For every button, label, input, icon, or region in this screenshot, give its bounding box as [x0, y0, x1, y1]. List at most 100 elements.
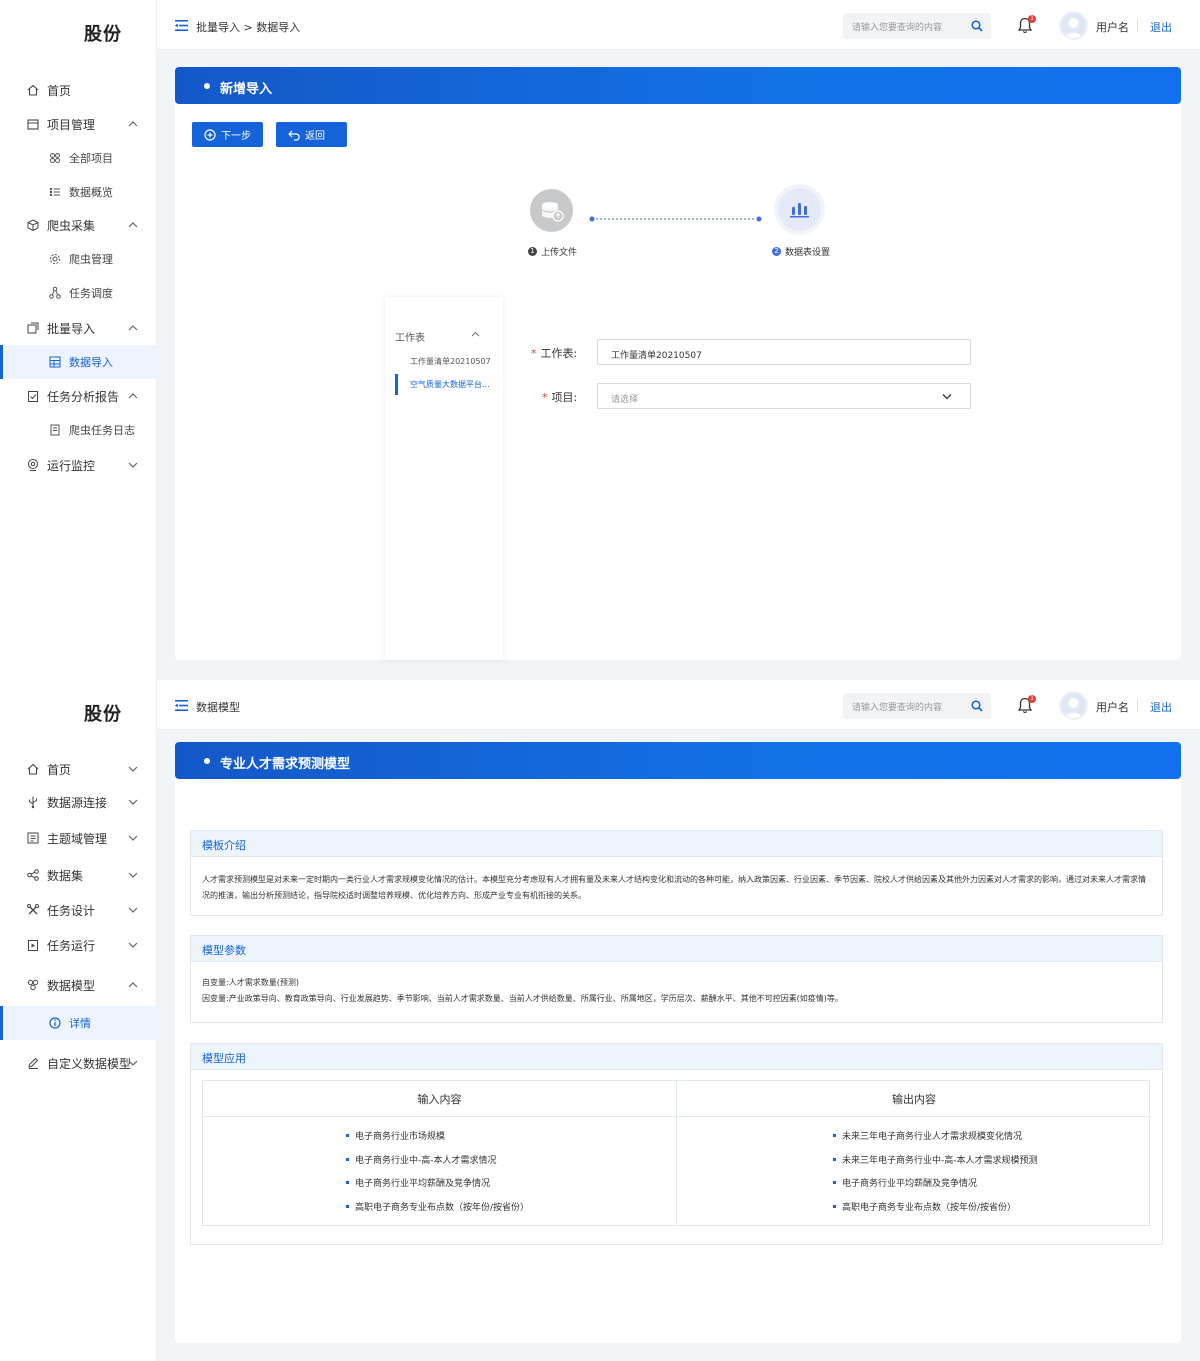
menu-toggle-icon[interactable] — [175, 700, 188, 711]
sidebar-item[interactable]: 全部项目 — [0, 141, 157, 175]
task-run-icon — [26, 938, 40, 952]
sidebar-item-label: 任务调度 — [69, 287, 113, 300]
step-settings-circle — [778, 188, 821, 231]
sidebar-item[interactable]: 数据模型 — [0, 968, 157, 1002]
sheet-item[interactable]: 工作量清单20210507 — [410, 356, 491, 367]
sidebar-item[interactable]: 爬虫任务日志 — [0, 413, 157, 447]
chevron-up-icon[interactable] — [127, 979, 139, 991]
back-button[interactable]: 返回 — [276, 122, 347, 147]
topbar: 批量导入 > 数据导入 请输入您要查询的内容 1 用户名 退出 — [157, 0, 1200, 50]
sidebar-item[interactable]: 批量导入 — [0, 311, 157, 345]
edit-icon — [26, 1056, 40, 1070]
io-table: 输入内容 电子商务行业市场规模 电子商务行业中-高-本人才需求情况 电子商务行业平均… — [202, 1080, 1151, 1226]
sidebar-item[interactable]: 数据概览 — [0, 175, 157, 209]
breadcrumb: 数据模型 — [196, 701, 240, 714]
logo: 股份 — [84, 704, 122, 725]
chevron-down-icon[interactable] — [127, 869, 139, 881]
chevron-down-icon[interactable] — [127, 904, 139, 916]
list-item: 高职电子商务专业布点数（按年份/按省份） — [833, 1195, 1151, 1219]
sidebar: 股份 首页 数据源连接主题域管理数据集 任务设计 任务运行数据模型详情自定义数据模型 — [0, 680, 157, 1361]
sidebar-item[interactable]: 首页 — [0, 752, 157, 786]
sidebar-item[interactable]: 任务分析报告 — [0, 379, 157, 413]
page-banner: 专业人才需求预测模型 — [175, 742, 1181, 779]
label-text: 工作表: — [540, 347, 578, 360]
sidebar-item[interactable]: 任务调度 — [0, 276, 157, 310]
home-icon — [26, 83, 40, 97]
avatar[interactable] — [1059, 691, 1088, 720]
sidebar-item[interactable]: 详情 — [0, 1006, 157, 1040]
sidebar-item[interactable]: 任务设计 — [0, 893, 157, 927]
chevron-down-icon[interactable] — [127, 832, 139, 844]
chevron-down-icon[interactable] — [127, 939, 139, 951]
sidebar-item-label: 详情 — [69, 1017, 91, 1030]
sidebar-item[interactable]: 自定义数据模型 — [0, 1046, 157, 1080]
project-select[interactable]: 请选择 — [597, 383, 971, 409]
sidebar-item[interactable]: 运行监控 — [0, 448, 157, 482]
sidebar-item-label: 爬虫管理 — [69, 253, 113, 266]
list-item: 电子商务行业平均薪酬及竞争情况 — [833, 1171, 1151, 1195]
chevron-down-icon[interactable] — [127, 1057, 139, 1069]
sidebar-item[interactable]: 爬虫管理 — [0, 242, 157, 276]
chevron-up-icon[interactable] — [127, 390, 139, 402]
notification-badge: 1 — [1028, 695, 1036, 703]
list-item: 未来三年电子商务行业人才需求规模变化情况 — [833, 1124, 1151, 1148]
back-label: 返回 — [305, 131, 325, 142]
sidebar-item-label: 任务分析报告 — [47, 389, 120, 404]
plus-circle-icon — [204, 128, 216, 141]
params-line: 因变量:产业政策导向、教育政策导向、行业发展趋势、季节影响、当前人才需求数量、当… — [202, 994, 843, 1003]
topbar: 数据模型 请输入您要查询的内容 1 用户名 退出 — [157, 680, 1200, 730]
sidebar-item[interactable]: 主题域管理 — [0, 821, 157, 855]
chevron-down-icon[interactable] — [127, 459, 139, 471]
chevron-down-icon[interactable] — [127, 796, 139, 808]
notification-bell-icon[interactable]: 1 — [1017, 15, 1036, 34]
search-placeholder: 请输入您要查询的内容 — [852, 23, 943, 33]
step-settings-label: 2 数据表设置 — [772, 245, 830, 258]
username[interactable]: 用户名 — [1096, 699, 1129, 715]
next-step-button[interactable]: 下一步 — [192, 122, 263, 147]
notification-bell-icon[interactable]: 1 — [1017, 695, 1036, 714]
divider — [1137, 20, 1138, 32]
undo-icon — [288, 130, 300, 141]
logout-link[interactable]: 退出 — [1150, 19, 1172, 35]
sidebar-item[interactable]: 首页 — [0, 73, 157, 107]
sidebar-item-label: 主题域管理 — [47, 831, 108, 846]
search-icon[interactable] — [971, 20, 983, 32]
chevron-up-icon[interactable] — [127, 219, 139, 231]
step-connector — [589, 216, 762, 222]
sidebar-item[interactable]: 项目管理 — [0, 107, 157, 141]
search-input[interactable]: 请输入您要查询的内容 — [843, 13, 991, 39]
chevron-up-icon[interactable] — [127, 322, 139, 334]
field-project-label: * 项目: — [542, 391, 578, 404]
chevron-down-icon[interactable] — [127, 763, 139, 775]
page-title: 新增导入 — [220, 82, 273, 97]
sidebar-item[interactable]: 爬虫采集 — [0, 208, 157, 242]
table-icon — [48, 355, 62, 369]
logo: 股份 — [84, 24, 122, 45]
data-import-screen: 股份 首页 项目管理全部项目数据概览 爬虫采集爬虫管理任务调度批量导入 数据导入任务分… — [0, 0, 1200, 680]
sidebar-item[interactable]: 数据导入 — [0, 345, 157, 379]
sidebar-item[interactable]: 数据源连接 — [0, 785, 157, 819]
chevron-up-icon[interactable] — [471, 331, 480, 337]
section-title: 模型参数 — [191, 936, 1162, 962]
sidebar-item[interactable]: 数据集 — [0, 858, 157, 892]
step-text: 数据表设置 — [785, 248, 831, 258]
sidebar-item-label: 爬虫任务日志 — [69, 424, 135, 437]
section-title: 模型应用 — [191, 1044, 1162, 1070]
sheet-name-input[interactable]: 工作量清单20210507 — [597, 339, 971, 365]
sheet-item-active[interactable]: 空气质量大数据平台... — [410, 379, 490, 390]
step-number: 2 — [772, 247, 781, 256]
home-icon — [26, 762, 40, 776]
list-item: 高职电子商务专业布点数（按年份/按省份） — [346, 1195, 676, 1219]
sidebar-item[interactable]: 任务运行 — [0, 928, 157, 962]
output-list: 未来三年电子商务行业人才需求规模变化情况 未来三年电子商务行业中-高-本人才需求规… — [677, 1117, 1151, 1218]
usb-icon — [26, 795, 40, 809]
intro-section: 模板介绍 人才需求预测模型是对未来一定时期内一类行业人才需求规模变化情况的估计。… — [190, 830, 1163, 916]
username[interactable]: 用户名 — [1096, 19, 1129, 35]
search-icon[interactable] — [971, 700, 983, 712]
search-input[interactable]: 请输入您要查询的内容 — [843, 693, 991, 719]
avatar[interactable] — [1059, 11, 1088, 40]
logout-link[interactable]: 退出 — [1150, 699, 1172, 715]
menu-toggle-icon[interactable] — [175, 20, 188, 31]
sidebar-item-label: 全部项目 — [69, 152, 113, 165]
chevron-up-icon[interactable] — [127, 118, 139, 130]
